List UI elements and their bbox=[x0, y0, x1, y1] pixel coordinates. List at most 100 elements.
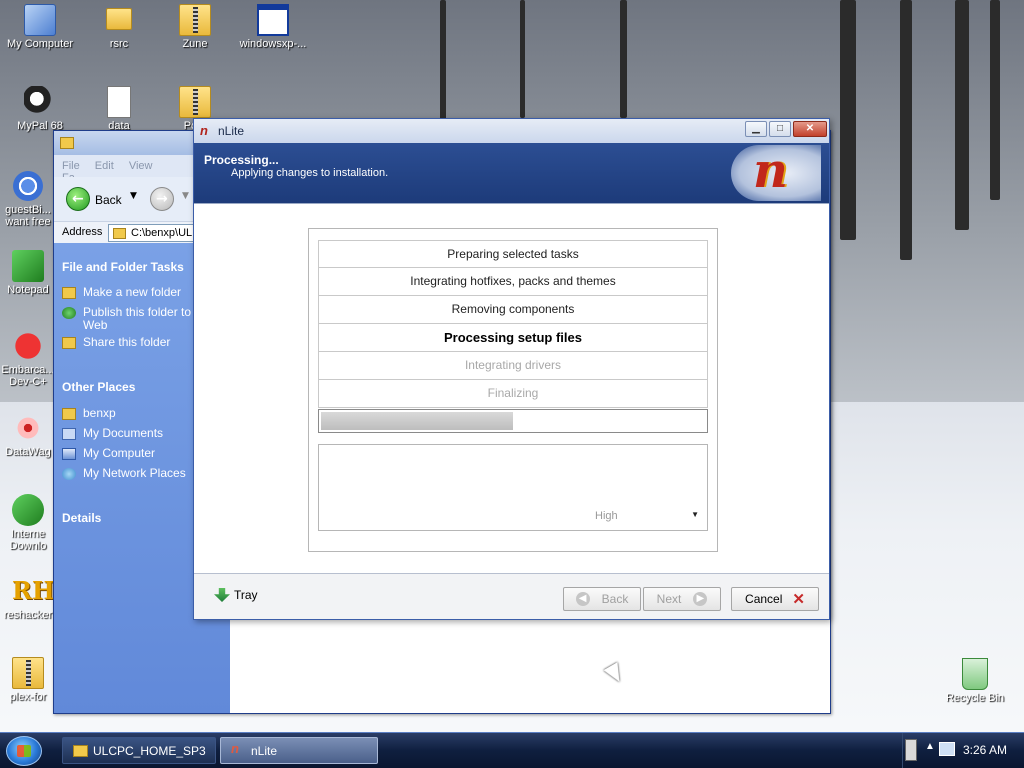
folder-icon bbox=[113, 228, 126, 239]
file-folder-tasks-title[interactable]: File and Folder Tasks bbox=[62, 260, 184, 274]
network-icon bbox=[62, 468, 76, 480]
next-arrow-icon: ▶ bbox=[693, 592, 708, 606]
address-label: Address bbox=[62, 226, 103, 238]
menu-file[interactable]: File bbox=[62, 160, 80, 172]
taskbar-item-nlite[interactable]: n nLite bbox=[220, 737, 378, 764]
desktop-icon-plex[interactable]: plex-for bbox=[0, 657, 56, 703]
globe-icon bbox=[12, 494, 44, 526]
nlite-footer: Tray ◀ Back Next ▶ Cancel ✕ bbox=[194, 573, 829, 619]
desktop-icon-devcpp[interactable]: Embarca... Dev-C+ bbox=[0, 330, 56, 388]
header-title: Processing... bbox=[204, 153, 279, 167]
nlite-logo-icon: n bbox=[200, 123, 208, 138]
nlite-window[interactable]: n nLite ▁ □ ✕ Processing... Applying cha… bbox=[193, 118, 830, 620]
step-item: Removing components bbox=[318, 296, 708, 324]
explorer-menubar: File Edit View Fa bbox=[54, 155, 194, 184]
folder-icon bbox=[73, 745, 88, 757]
explorer-toolbar: ← Back ▼ → ▼ bbox=[54, 177, 194, 221]
forward-dropdown-icon[interactable]: ▼ bbox=[182, 191, 189, 201]
publish-web-icon bbox=[62, 307, 76, 319]
desktop-icon-data[interactable]: data bbox=[82, 86, 156, 132]
desktop-icon-rsrc[interactable]: rsrc bbox=[82, 4, 156, 50]
clock[interactable]: 3:26 AM bbox=[963, 743, 1007, 757]
place-my-network-places[interactable]: My Network Places bbox=[62, 467, 192, 480]
step-list: Preparing selected tasks Integrating hotf… bbox=[318, 240, 708, 408]
document-icon bbox=[107, 86, 131, 118]
devcpp-icon bbox=[12, 330, 44, 362]
desktop-icon-windowsxp[interactable]: windowsxp-... bbox=[236, 4, 310, 50]
folder-icon bbox=[106, 8, 132, 30]
place-benxp[interactable]: benxp bbox=[62, 407, 192, 420]
dropdown-arrow-icon: ▼ bbox=[691, 510, 699, 519]
desktop-icon-datawag[interactable]: DataWag bbox=[0, 412, 56, 458]
other-places-title[interactable]: Other Places bbox=[62, 380, 135, 394]
share-folder-icon bbox=[62, 337, 76, 349]
step-item: Finalizing bbox=[318, 380, 708, 408]
step-item: Integrating hotfixes, packs and themes bbox=[318, 268, 708, 296]
menu-view[interactable]: View bbox=[129, 160, 153, 172]
start-button[interactable] bbox=[6, 736, 42, 766]
back-arrow-icon[interactable]: ← bbox=[66, 187, 90, 211]
back-dropdown-icon[interactable]: ▼ bbox=[130, 191, 137, 201]
flower-icon bbox=[12, 412, 44, 444]
show-hidden-icons-icon[interactable]: ▲ bbox=[925, 741, 935, 752]
desktop-icon-zune[interactable]: Zune bbox=[158, 4, 232, 50]
task-publish-folder[interactable]: Publish this folder to Web bbox=[62, 306, 192, 332]
log-box: High ▼ bbox=[318, 444, 708, 531]
tray-button[interactable]: Tray bbox=[214, 588, 258, 602]
browser-icon bbox=[12, 170, 44, 202]
place-my-documents[interactable]: My Documents bbox=[62, 427, 192, 440]
step-item: Processing setup files bbox=[318, 324, 708, 352]
window-title: nLite bbox=[218, 124, 245, 138]
network-tray-icon[interactable] bbox=[939, 742, 955, 756]
keyboard-icon[interactable] bbox=[905, 739, 917, 761]
back-button[interactable]: ◀ Back bbox=[563, 587, 641, 611]
details-title[interactable]: Details bbox=[62, 511, 101, 525]
back-arrow-icon: ◀ bbox=[575, 592, 590, 606]
task-make-new-folder[interactable]: Make a new folder bbox=[62, 286, 192, 299]
computer-icon bbox=[24, 4, 56, 36]
tree-trunk bbox=[990, 0, 1000, 200]
minimize-button[interactable]: ▁ bbox=[745, 121, 767, 137]
desktop-icon-my-computer[interactable]: My Computer bbox=[3, 4, 77, 50]
explorer-file-list[interactable] bbox=[230, 621, 830, 713]
system-tray: ▲ 3:26 AM bbox=[902, 733, 1024, 768]
taskbar-item-explorer[interactable]: ULCPC_HOME_SP3 bbox=[62, 737, 216, 764]
zip-folder-icon bbox=[12, 657, 44, 689]
desktop-icon-guestbi[interactable]: guestBi... want free bbox=[0, 170, 56, 228]
cancel-x-icon: ✕ bbox=[792, 591, 805, 608]
close-button[interactable]: ✕ bbox=[793, 121, 827, 137]
next-button[interactable]: Next ▶ bbox=[643, 587, 721, 611]
desktop-icon-notepad[interactable]: Notepad bbox=[0, 250, 56, 296]
nlite-banner-logo-icon: n bbox=[731, 143, 821, 201]
maximize-button[interactable]: □ bbox=[769, 121, 791, 137]
task-share-folder[interactable]: Share this folder bbox=[62, 336, 192, 349]
tree-trunk bbox=[900, 0, 912, 260]
reshacker-icon: RH bbox=[12, 576, 55, 605]
desktop-icon-internet-download[interactable]: Interne Downlo bbox=[0, 494, 56, 552]
nlite-titlebar[interactable]: n nLite ▁ □ ✕ bbox=[194, 119, 829, 143]
desktop-icon-recycle-bin[interactable]: Recycle Bin bbox=[938, 658, 1012, 704]
place-my-computer[interactable]: My Computer bbox=[62, 447, 192, 460]
tree-trunk bbox=[520, 0, 525, 118]
window-icon bbox=[257, 4, 289, 36]
menu-edit[interactable]: Edit bbox=[95, 160, 114, 172]
tree-trunk bbox=[840, 0, 856, 240]
desktop-icon-reshacker[interactable]: RH reshacker bbox=[0, 575, 56, 621]
tree-trunk bbox=[440, 0, 446, 120]
forward-arrow-icon[interactable]: → bbox=[150, 187, 174, 211]
mypal-icon bbox=[24, 86, 56, 118]
header-subtitle: Applying changes to installation. bbox=[231, 167, 389, 179]
step-item: Preparing selected tasks bbox=[318, 240, 708, 268]
folder-icon bbox=[62, 408, 76, 420]
back-button-label[interactable]: Back bbox=[95, 193, 122, 207]
folder-icon bbox=[60, 137, 74, 149]
documents-icon bbox=[62, 428, 76, 440]
recycle-bin-icon bbox=[962, 658, 988, 690]
nlite-header: Processing... Applying changes to instal… bbox=[194, 143, 829, 203]
desktop-icon-mypal[interactable]: MyPal 68 bbox=[3, 86, 77, 132]
address-input[interactable]: C:\benxp\UL bbox=[108, 224, 198, 242]
notepad-plus-icon bbox=[12, 250, 44, 282]
cancel-button[interactable]: Cancel ✕ bbox=[731, 587, 819, 611]
priority-select[interactable]: High ▼ bbox=[585, 508, 703, 526]
tree-trunk bbox=[955, 0, 969, 230]
